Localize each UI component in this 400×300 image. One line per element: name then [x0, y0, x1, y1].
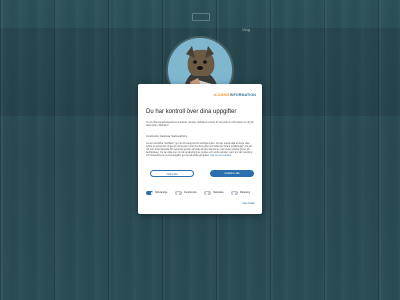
consent-paragraph: Genom att klicka "Godkänn" ger du ditt s… — [146, 143, 254, 158]
toggle-switch[interactable] — [175, 191, 182, 195]
toggle-switch[interactable] — [231, 191, 238, 195]
toggle-switch[interactable] — [146, 191, 154, 195]
toggle-statistics[interactable]: Statistiska — [204, 191, 223, 195]
accept-all-button[interactable]: Godkänn alla — [210, 170, 254, 177]
consent-text: Genom att klicka "Godkänn" ger du ditt s… — [146, 143, 253, 157]
decline-all-button[interactable]: Neka alla — [150, 170, 194, 177]
toggle-label: Funktionella — [184, 192, 197, 194]
toggle-label: Nödvändiga — [155, 192, 168, 194]
dialog-button-row: Neka alla Godkänn alla — [146, 170, 254, 178]
intro-paragraph: Vi och våra samarbetspartners använder t… — [146, 122, 254, 127]
consent-toggles: Nödvändiga Funktionella Statistiska Mark… — [146, 191, 256, 197]
toggle-marketing[interactable]: Marketing — [231, 191, 250, 195]
cookie-information-brand: •COOKIEINFORMATION — [213, 93, 256, 97]
show-details-link[interactable]: Visa detaljer — [242, 203, 255, 205]
toggle-switch[interactable] — [204, 191, 211, 195]
toggle-functional[interactable]: Funktionella — [175, 191, 196, 195]
purposes-paragraph: Funktionella, Statistiska, Marknadsförin… — [146, 136, 188, 138]
toggle-label: Statistiska — [213, 192, 224, 194]
dialog-title: Du har kontroll över dina uppgifter — [146, 109, 237, 115]
toggle-label: Marketing — [240, 192, 251, 194]
toggle-necessary[interactable]: Nödvändiga — [146, 191, 167, 195]
read-more-link[interactable]: Läs mer om cookies — [210, 155, 231, 157]
cookie-consent-dialog: •COOKIEINFORMATION Du har kontroll över … — [138, 84, 262, 214]
